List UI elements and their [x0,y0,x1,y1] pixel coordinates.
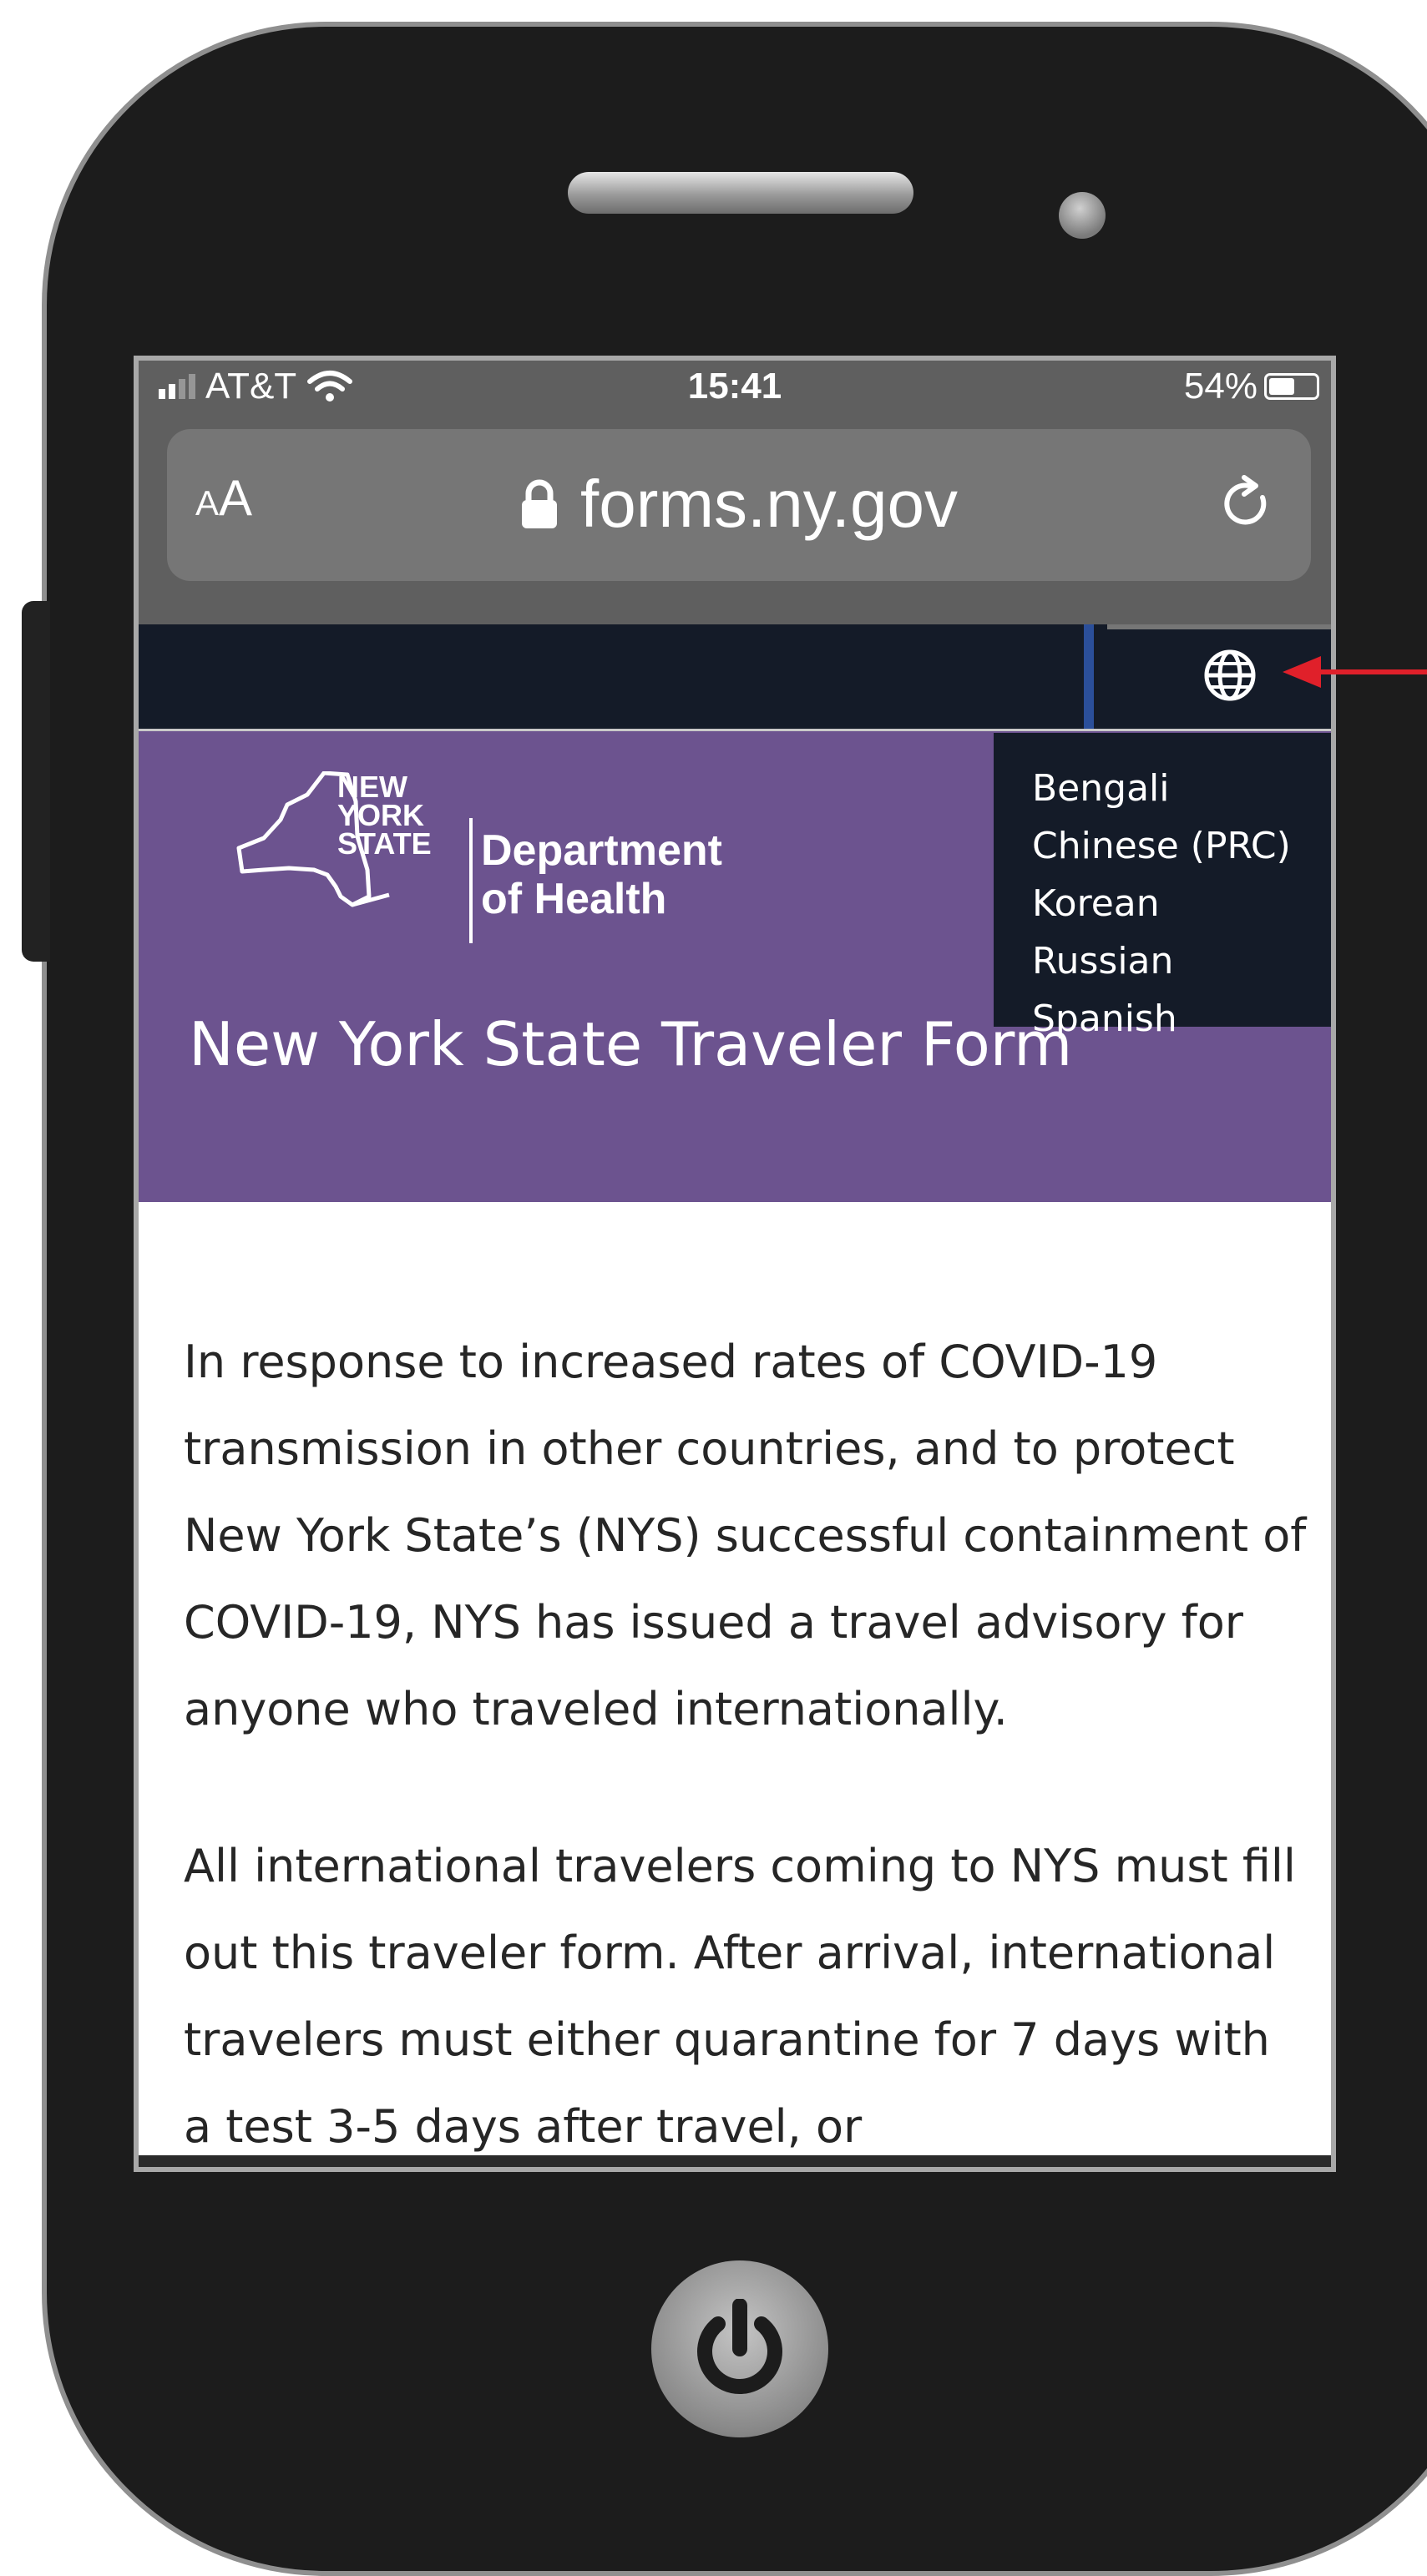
url-display: forms.ny.gov [167,466,1311,543]
nav-divider [1084,624,1094,729]
globe-icon[interactable] [1202,648,1257,703]
lock-icon [522,479,557,528]
home-button[interactable] [651,2260,828,2437]
status-time: 15:41 [687,366,782,407]
battery-icon [1264,373,1319,400]
logo-divider [469,818,473,943]
battery-group: 54% [1184,366,1319,407]
intro-paragraph: In response to increased rates of COVID-… [184,1336,1307,1735]
battery-percent: 54% [1183,366,1257,407]
reload-icon[interactable] [1219,472,1274,533]
nav-edge-strip [1107,624,1331,629]
power-icon [697,2299,782,2394]
nys-doh-logo[interactable]: NEW YORK STATE Department of Health [230,770,722,943]
screen-bottom-edge [139,2155,1331,2167]
language-option-chinese-prc[interactable]: Chinese (PRC) [1032,817,1331,875]
logo-state-text: NEW YORK STATE [337,770,432,861]
main-content: In response to increased rates of COVID-… [139,1202,1331,2167]
site-nav-bar [139,624,1331,731]
phone-speaker [568,172,913,214]
language-option-russian[interactable]: Russian [1032,932,1331,990]
language-dropdown: Bengali Chinese (PRC) Korean Russian Spa… [994,733,1331,1040]
logo-department-text: Department of Health [481,826,722,923]
address-bar[interactable]: AA forms.ny.gov [167,429,1311,581]
language-option-bengali[interactable]: Bengali [1032,760,1331,817]
annotation-arrow-icon [1283,656,1427,688]
phone-camera [1059,192,1106,239]
phone-side-button [22,601,50,962]
instructions-paragraph: All international travelers coming to NY… [184,1840,1296,2153]
status-bar: AT&T 15:41 54% [139,361,1331,411]
language-option-spanish[interactable]: Spanish [1032,990,1331,1048]
language-option-korean[interactable]: Korean [1032,875,1331,932]
phone-screen: AT&T 15:41 54% AA forms.ny.gov NEW YORK … [134,356,1336,2172]
url-text: forms.ny.gov [580,467,958,541]
